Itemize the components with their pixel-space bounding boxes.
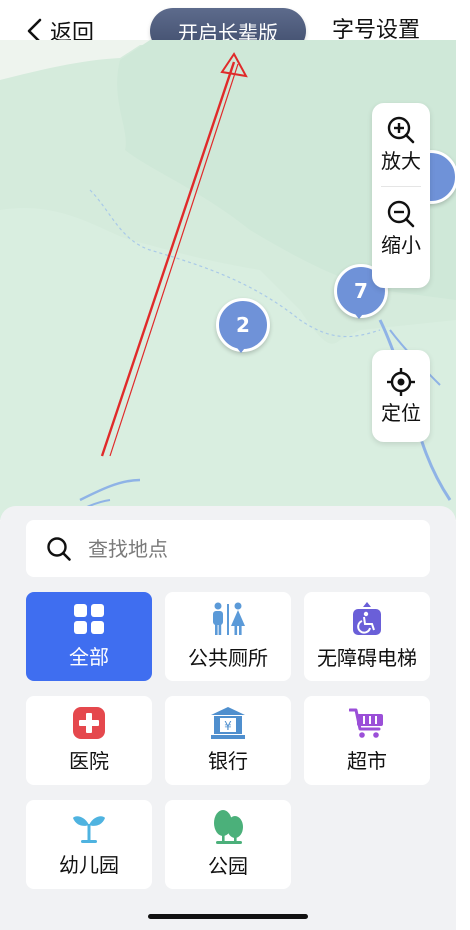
pin-tail xyxy=(352,310,366,319)
category-bank[interactable]: ¥ 银行 xyxy=(165,696,291,785)
zoom-in-label: 放大 xyxy=(381,149,421,173)
wheelchair-icon xyxy=(353,602,381,635)
category-accessible-elevator[interactable]: 无障碍电梯 xyxy=(304,592,430,681)
search-bar[interactable] xyxy=(26,520,430,577)
hospital-cross-icon xyxy=(73,707,105,739)
category-label: 超市 xyxy=(347,749,387,773)
category-restroom[interactable]: 公共厕所 xyxy=(165,592,291,681)
bank-icon: ¥ xyxy=(211,707,245,739)
category-hospital[interactable]: 医院 xyxy=(26,696,152,785)
zoom-in-icon xyxy=(387,116,415,144)
search-icon xyxy=(47,536,71,561)
category-kindergarten[interactable]: 幼儿园 xyxy=(26,800,152,889)
category-park[interactable]: 公园 xyxy=(165,800,291,889)
sprout-icon xyxy=(73,816,105,843)
category-label: 幼儿园 xyxy=(59,853,119,877)
pin-tail xyxy=(234,344,248,353)
grid-icon xyxy=(74,604,104,634)
category-label: 无障碍电梯 xyxy=(317,646,417,670)
locate-button[interactable]: 定位 xyxy=(372,350,430,442)
zoom-in-button[interactable]: 放大 xyxy=(381,115,421,174)
zoom-controls: 放大 缩小 xyxy=(372,103,430,288)
locate-label: 定位 xyxy=(381,400,421,425)
shopping-cart-icon xyxy=(349,708,383,738)
pin-count: 7 xyxy=(354,279,368,303)
category-all[interactable]: 全部 xyxy=(26,592,152,681)
zoom-out-label: 缩小 xyxy=(381,233,421,257)
tree-icon xyxy=(214,810,243,844)
zoom-out-button[interactable]: 缩小 xyxy=(381,199,421,258)
zoom-out-icon xyxy=(387,200,415,228)
category-label: 银行 xyxy=(208,749,248,773)
category-label: 公园 xyxy=(208,854,248,878)
category-supermarket[interactable]: 超市 xyxy=(304,696,430,785)
map-view[interactable]: 2 7 放大 缩小 定位 xyxy=(0,40,456,520)
restroom-icon xyxy=(213,602,245,635)
home-indicator[interactable] xyxy=(148,914,308,919)
svg-text:¥: ¥ xyxy=(224,719,232,733)
locate-target-icon xyxy=(387,367,415,396)
search-input[interactable] xyxy=(86,535,410,562)
locate-item: 定位 xyxy=(381,367,421,426)
pin-count: 2 xyxy=(236,313,250,337)
category-label: 公共厕所 xyxy=(188,646,268,670)
control-divider xyxy=(381,186,421,187)
category-label: 全部 xyxy=(69,645,109,669)
category-label: 医院 xyxy=(69,749,109,773)
